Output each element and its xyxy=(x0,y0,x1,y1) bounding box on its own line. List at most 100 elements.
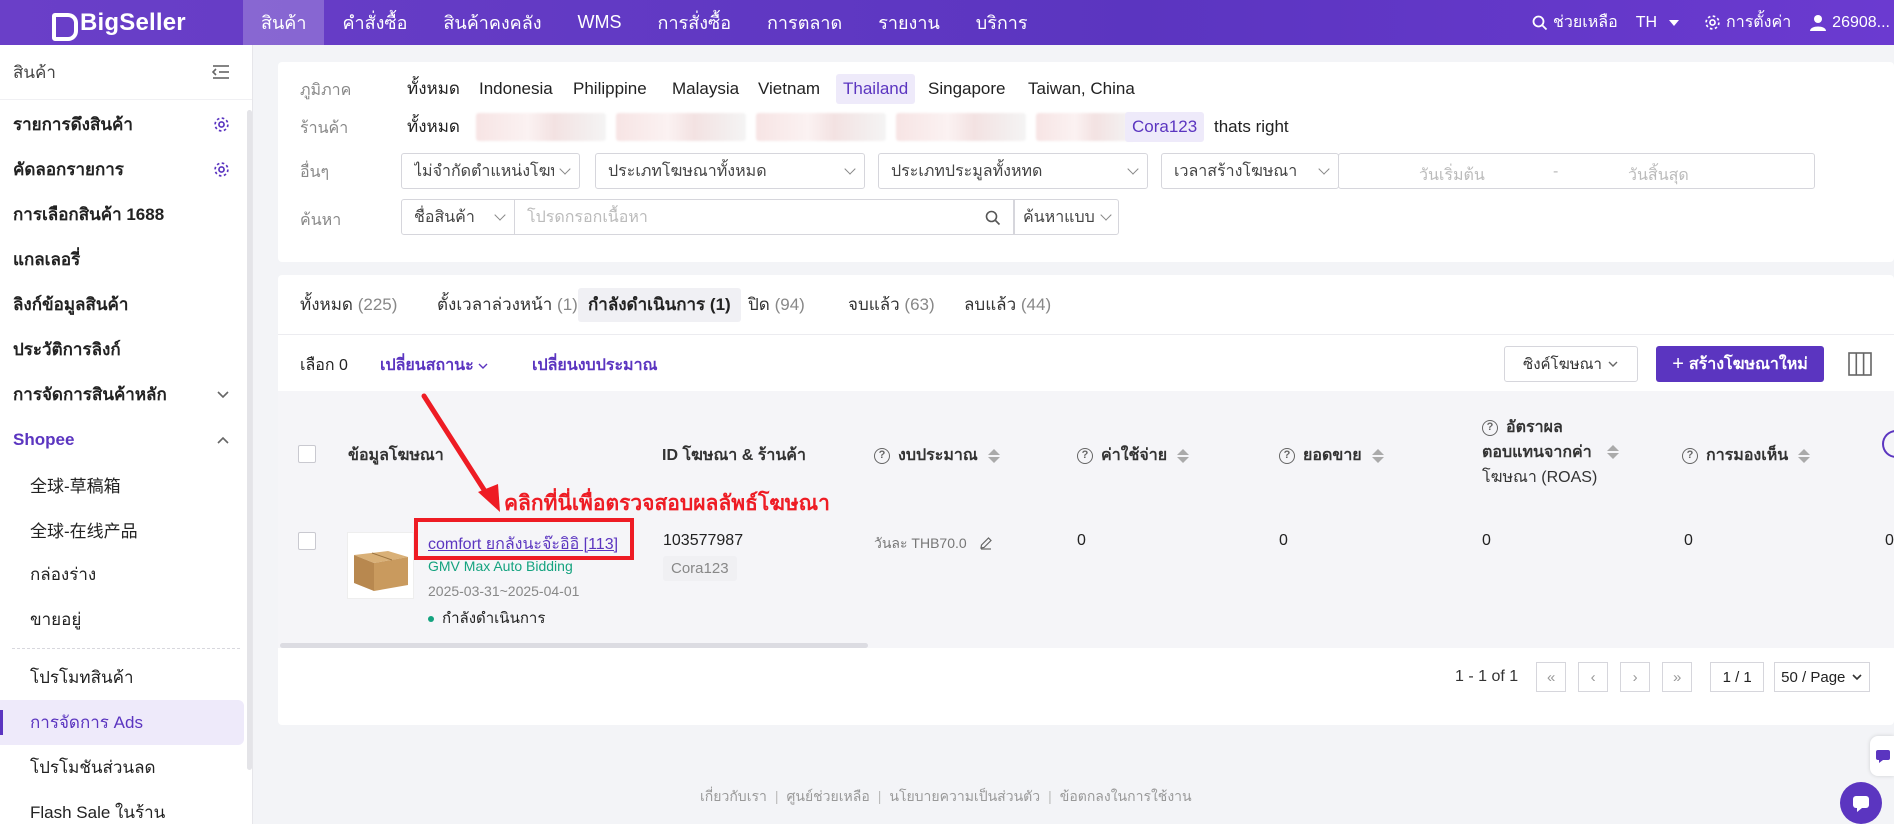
sidebar-item-1688[interactable]: การเลือกสินค้า 1688 xyxy=(0,192,252,237)
col-sales[interactable]: ? ยอดขาย xyxy=(1279,443,1384,468)
nav-wms[interactable]: WMS xyxy=(560,0,640,45)
sidebar-item-link-product-data[interactable]: ลิงก์ข้อมูลสินค้า xyxy=(0,282,252,327)
col-cost[interactable]: ? ค่าใช้จ่าย xyxy=(1077,443,1190,468)
search-input[interactable]: โปรดกรอกเนื้อหา xyxy=(514,199,1014,235)
ad-name[interactable]: comfort ยกลังนะจ๊ะอิอิ [113] xyxy=(428,536,618,553)
sidebar-subitem-global-drafts[interactable]: 全球-草稿箱 xyxy=(0,462,252,507)
help-icon[interactable]: ? xyxy=(874,447,890,464)
sort-icon[interactable] xyxy=(1177,448,1190,463)
help-link[interactable]: ช่วยเหลือ xyxy=(1532,10,1618,35)
sidebar-item-shopee[interactable]: Shopee xyxy=(0,417,252,462)
sidebar-subitem-on-sale[interactable]: ขายอยู่ xyxy=(0,597,252,642)
ad-location-select[interactable]: ไม่จำกัดตำแหน่งโฆษณา xyxy=(401,153,580,189)
sidebar-item-pull-products[interactable]: รายการดึงสินค้า xyxy=(0,102,252,147)
col-impressions[interactable]: ? การมองเห็น xyxy=(1682,443,1811,468)
nav-products[interactable]: สินค้า xyxy=(243,0,325,45)
help-icon[interactable]: ? xyxy=(1482,419,1498,436)
sidebar-subitem-promote[interactable]: โปรโมทสินค้า xyxy=(0,655,252,700)
region-vietnam[interactable]: Vietnam xyxy=(751,74,827,104)
footer-terms[interactable]: ข้อตกลงในการใช้งาน xyxy=(1060,788,1192,804)
tab-ended[interactable]: จบแล้ว (63) xyxy=(838,288,945,322)
region-taiwan[interactable]: Taiwan, China xyxy=(1021,74,1142,104)
shop-cora123[interactable]: Cora123 xyxy=(1125,112,1205,142)
blurred-shop[interactable] xyxy=(1036,113,1134,141)
footer-privacy[interactable]: นโยบายความเป็นส่วนตัว xyxy=(889,788,1040,804)
sidebar-subitem-discount-promo[interactable]: โปรโมชันส่วนลด xyxy=(0,745,252,790)
feedback-float-button[interactable] xyxy=(1870,736,1894,776)
sidebar-subitem-global-online[interactable]: 全球-在线产品 xyxy=(0,507,252,552)
blurred-shop[interactable] xyxy=(476,113,606,141)
gear-icon[interactable] xyxy=(213,161,230,178)
sidebar-item-link-history[interactable]: ประวัติการลิงก์ xyxy=(0,327,252,372)
region-philippine[interactable]: Philippine xyxy=(566,74,654,104)
help-icon[interactable]: ? xyxy=(1077,447,1093,464)
nav-orders[interactable]: คำสั่งซื้อ xyxy=(324,0,425,45)
chat-float-button[interactable] xyxy=(1840,782,1882,824)
shop-all[interactable]: ทั้งหมด xyxy=(400,112,467,142)
nav-services[interactable]: บริการ xyxy=(958,0,1046,45)
change-status-button[interactable]: เปลี่ยนสถานะ xyxy=(380,353,488,378)
next-page-button[interactable]: › xyxy=(1620,662,1651,692)
change-budget-button[interactable]: เปลี่ยนงบประมาณ xyxy=(532,353,657,378)
sort-icon[interactable] xyxy=(1371,448,1384,463)
region-all[interactable]: ทั้งหมด xyxy=(400,74,467,104)
region-thailand[interactable]: Thailand xyxy=(836,74,916,104)
tab-ongoing[interactable]: กำลังดำเนินการ (1) xyxy=(578,288,741,322)
region-singapore[interactable]: Singapore xyxy=(921,74,1013,104)
sidebar-subitem-ads-management[interactable]: การจัดการ Ads xyxy=(0,700,244,745)
sidebar-subitem-drafts[interactable]: กล่องร่าง xyxy=(0,552,252,597)
help-icon[interactable]: ? xyxy=(1279,447,1295,464)
sort-icon[interactable] xyxy=(1798,448,1811,463)
nav-purchase[interactable]: การสั่งซื้อ xyxy=(640,0,749,45)
columns-settings-icon[interactable] xyxy=(1845,349,1875,379)
app-logo[interactable]: BigSeller xyxy=(0,0,243,45)
search-mode-select[interactable]: ค้นหาแบบ... xyxy=(1014,199,1119,235)
gear-icon[interactable] xyxy=(213,116,230,133)
help-icon[interactable]: ? xyxy=(1682,447,1698,464)
sync-ads-button[interactable]: ซิงค์โฆษณา xyxy=(1504,346,1638,382)
search-field-select[interactable]: ชื่อสินค้า xyxy=(401,199,515,235)
sort-icon[interactable] xyxy=(987,448,1000,463)
edit-pencil-icon[interactable] xyxy=(979,536,993,550)
date-range-picker[interactable]: วันเริ่มต้น - วันสิ้นสุด xyxy=(1338,153,1815,189)
region-indonesia[interactable]: Indonesia xyxy=(472,74,560,104)
ad-name-link[interactable]: comfort ยกลังนะจ๊ะอิอิ [113] xyxy=(428,532,618,557)
table-horizontal-scrollbar[interactable] xyxy=(280,643,868,648)
col-roas[interactable]: ? อัตราผล ตอบแทนจากค่า โฆษณา (ROAS) xyxy=(1482,415,1620,490)
nav-marketing[interactable]: การตลาด xyxy=(749,0,860,45)
collapse-menu-icon[interactable] xyxy=(212,64,230,80)
first-page-button[interactable]: « xyxy=(1536,662,1567,692)
page-indicator[interactable]: 1 / 1 xyxy=(1710,662,1765,692)
row-checkbox[interactable] xyxy=(298,532,316,550)
user-menu[interactable]: 26908... xyxy=(1809,14,1890,32)
footer-about[interactable]: เกี่ยวกับเรา xyxy=(700,788,767,804)
bid-type-select[interactable]: ประเภทประมูลทั้งหทด xyxy=(878,153,1148,189)
page-size-select[interactable]: 50 / Page xyxy=(1774,662,1871,692)
sidebar-item-gallery[interactable]: แกลเลอรี่ xyxy=(0,237,252,282)
ad-type-select[interactable]: ประเภทโฆษณาทั้งหมด xyxy=(595,153,865,189)
sidebar-item-copy-listing[interactable]: คัดลอกรายการ xyxy=(0,147,252,192)
created-time-select[interactable]: เวลาสร้างโฆษณา xyxy=(1161,153,1339,189)
sidebar-subitem-flash-sale[interactable]: Flash Sale ในร้าน xyxy=(0,790,252,824)
sort-icon[interactable] xyxy=(1607,445,1620,459)
tab-scheduled[interactable]: ตั้งเวลาล่วงหน้า (1) xyxy=(427,288,588,322)
table-row[interactable]: comfort ยกลังนะจ๊ะอิอิ [113] GMV Max Aut… xyxy=(278,516,1894,648)
sidebar-scrollbar[interactable] xyxy=(247,110,252,770)
tab-all[interactable]: ทั้งหมด (225) xyxy=(290,288,407,322)
last-page-button[interactable]: » xyxy=(1662,662,1693,692)
blurred-shop[interactable] xyxy=(616,113,746,141)
select-all-checkbox[interactable] xyxy=(298,445,316,463)
shop-thats-right[interactable]: thats right xyxy=(1207,112,1296,142)
nav-inventory[interactable]: สินค้าคงคลัง xyxy=(425,0,559,45)
tab-paused[interactable]: ปิด (94) xyxy=(738,288,815,322)
tab-deleted[interactable]: ลบแล้ว (44) xyxy=(954,288,1061,322)
footer-help-center[interactable]: ศูนย์ช่วยเหลือ xyxy=(787,788,870,804)
settings-link[interactable]: การตั้งค่า xyxy=(1704,10,1791,35)
language-selector[interactable]: TH xyxy=(1636,14,1686,32)
create-ad-button[interactable]: + สร้างโฆษณาใหม่ xyxy=(1656,346,1824,382)
blurred-shop[interactable] xyxy=(896,113,1026,141)
col-budget[interactable]: ? งบประมาณ xyxy=(874,443,1000,468)
blurred-shop[interactable] xyxy=(756,113,886,141)
search-icon[interactable] xyxy=(985,210,1001,226)
region-malaysia[interactable]: Malaysia xyxy=(665,74,746,104)
